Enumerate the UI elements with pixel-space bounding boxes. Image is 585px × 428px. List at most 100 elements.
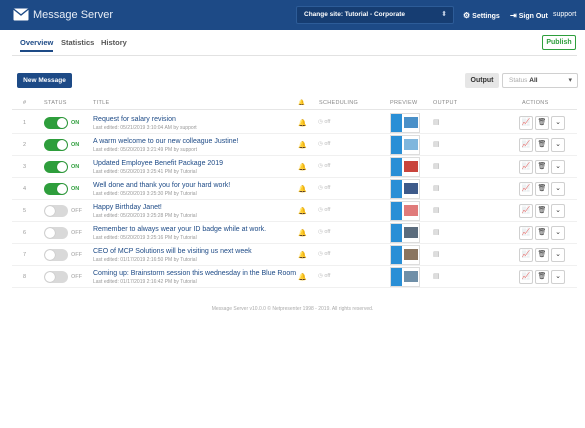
preview-thumbnail[interactable] xyxy=(390,223,420,243)
delete-button[interactable]: 🗑 xyxy=(535,226,549,240)
more-actions-button[interactable]: ⌄ xyxy=(551,116,565,130)
delete-button[interactable]: 🗑 xyxy=(535,138,549,152)
scheduling-status[interactable]: ◷ off xyxy=(318,163,330,169)
more-actions-button[interactable]: ⌄ xyxy=(551,248,565,262)
stats-button[interactable]: 📈 xyxy=(519,116,533,130)
site-select[interactable]: Change site: Tutorial - Corporate ⬍ xyxy=(296,6,454,24)
screen-icon[interactable]: ▤ xyxy=(433,162,440,170)
more-actions-button[interactable]: ⌄ xyxy=(551,182,565,196)
status-label: OFF xyxy=(71,208,82,214)
screen-icon[interactable]: ▤ xyxy=(433,140,440,148)
more-actions-button[interactable]: ⌄ xyxy=(551,160,565,174)
bell-icon[interactable]: 🔔 xyxy=(298,207,307,215)
stats-button[interactable]: 📈 xyxy=(519,182,533,196)
preview-image xyxy=(404,227,418,238)
more-actions-button[interactable]: ⌄ xyxy=(551,226,565,240)
stats-button[interactable]: 📈 xyxy=(519,160,533,174)
message-title-link[interactable]: Coming up: Brainstorm session this wedne… xyxy=(93,270,296,277)
status-toggle[interactable] xyxy=(44,249,68,261)
last-edited-text: Last edited: 05/21/2019 3:10:04 AM by su… xyxy=(93,125,197,131)
bell-icon[interactable]: 🔔 xyxy=(298,141,307,149)
screen-icon[interactable]: ▤ xyxy=(433,228,440,236)
status-toggle[interactable] xyxy=(44,183,68,195)
updown-caret-icon: ⬍ xyxy=(441,11,447,18)
screen-icon[interactable]: ▤ xyxy=(433,250,440,258)
new-message-button[interactable]: New Message xyxy=(17,73,72,88)
delete-button[interactable]: 🗑 xyxy=(535,204,549,218)
scheduling-status[interactable]: ◷ off xyxy=(318,207,330,213)
tab-history[interactable]: History xyxy=(101,38,127,47)
scheduling-status[interactable]: ◷ off xyxy=(318,119,330,125)
bell-icon[interactable]: 🔔 xyxy=(298,119,307,127)
preview-thumbnail[interactable] xyxy=(390,201,420,221)
settings-link[interactable]: ⚙ Settings xyxy=(463,11,500,20)
toggle-knob xyxy=(45,272,55,282)
bell-icon[interactable]: 🔔 xyxy=(298,185,307,193)
message-title-link[interactable]: A warm welcome to our new colleague Just… xyxy=(93,138,239,145)
preview-thumbnail[interactable] xyxy=(390,157,420,177)
header-status: STATUS xyxy=(44,100,67,106)
status-toggle[interactable] xyxy=(44,161,68,173)
screen-icon[interactable]: ▤ xyxy=(433,184,440,192)
stats-button[interactable]: 📈 xyxy=(519,226,533,240)
preview-thumbnail[interactable] xyxy=(390,267,420,287)
chevron-down-icon: ⌄ xyxy=(555,251,561,258)
screen-icon[interactable]: ▤ xyxy=(433,272,440,280)
row-number: 3 xyxy=(23,164,27,170)
bell-icon[interactable]: 🔔 xyxy=(298,273,307,281)
stats-button[interactable]: 📈 xyxy=(519,138,533,152)
preview-thumbnail[interactable] xyxy=(390,245,420,265)
scheduling-status[interactable]: ◷ off xyxy=(318,273,330,279)
stats-button[interactable]: 📈 xyxy=(519,248,533,262)
status-toggle[interactable] xyxy=(44,227,68,239)
preview-band xyxy=(391,224,402,242)
sign-out-link[interactable]: ⇥ Sign Out xyxy=(510,11,548,20)
delete-button[interactable]: 🗑 xyxy=(535,182,549,196)
message-title-link[interactable]: Well done and thank you for your hard wo… xyxy=(93,182,230,189)
more-actions-button[interactable]: ⌄ xyxy=(551,270,565,284)
delete-button[interactable]: 🗑 xyxy=(535,270,549,284)
delete-button[interactable]: 🗑 xyxy=(535,160,549,174)
stats-button[interactable]: 📈 xyxy=(519,270,533,284)
status-toggle[interactable] xyxy=(44,117,68,129)
delete-button[interactable]: 🗑 xyxy=(535,116,549,130)
status-filter-select[interactable]: Status All ▾ xyxy=(502,73,578,88)
output-button[interactable]: Output xyxy=(465,73,499,88)
screen-icon[interactable]: ▤ xyxy=(433,118,440,126)
bell-icon[interactable]: 🔔 xyxy=(298,251,307,259)
chart-icon: 📈 xyxy=(521,163,531,170)
scheduling-status[interactable]: ◷ off xyxy=(318,229,330,235)
preview-thumbnail[interactable] xyxy=(390,179,420,199)
screen-icon[interactable]: ▤ xyxy=(433,206,440,214)
scheduling-status[interactable]: ◷ off xyxy=(318,141,330,147)
message-title-link[interactable]: Request for salary revision xyxy=(93,116,176,123)
envelope-icon xyxy=(13,8,29,21)
message-title-link[interactable]: Remember to always wear your ID badge wh… xyxy=(93,226,266,233)
clock-icon: ◷ xyxy=(318,119,323,125)
bell-icon[interactable]: 🔔 xyxy=(298,229,307,237)
scheduling-status[interactable]: ◷ off xyxy=(318,251,330,257)
more-actions-button[interactable]: ⌄ xyxy=(551,204,565,218)
tab-overview[interactable]: Overview xyxy=(20,38,54,52)
delete-button[interactable]: 🗑 xyxy=(535,248,549,262)
status-toggle[interactable] xyxy=(44,205,68,217)
tab-statistics[interactable]: Statistics xyxy=(61,38,94,47)
chevron-down-icon: ⌄ xyxy=(555,207,561,214)
header-scheduling: SCHEDULING xyxy=(319,100,359,106)
sign-out-icon: ⇥ xyxy=(510,11,517,20)
preview-thumbnail[interactable] xyxy=(390,135,420,155)
status-toggle[interactable] xyxy=(44,271,68,283)
status-toggle[interactable] xyxy=(44,139,68,151)
message-title-link[interactable]: Happy Birthday Janet! xyxy=(93,204,162,211)
scheduling-status[interactable]: ◷ off xyxy=(318,185,330,191)
trash-icon: 🗑 xyxy=(537,185,547,192)
publish-button[interactable]: Publish xyxy=(542,35,576,50)
message-title-link[interactable]: Updated Employee Benefit Package 2019 xyxy=(93,160,223,167)
chart-icon: 📈 xyxy=(521,229,531,236)
bell-icon[interactable]: 🔔 xyxy=(298,163,307,171)
preview-thumbnail[interactable] xyxy=(390,113,420,133)
more-actions-button[interactable]: ⌄ xyxy=(551,138,565,152)
preview-band xyxy=(391,136,402,154)
message-title-link[interactable]: CEO of MCP Solutions will be visiting us… xyxy=(93,248,252,255)
stats-button[interactable]: 📈 xyxy=(519,204,533,218)
